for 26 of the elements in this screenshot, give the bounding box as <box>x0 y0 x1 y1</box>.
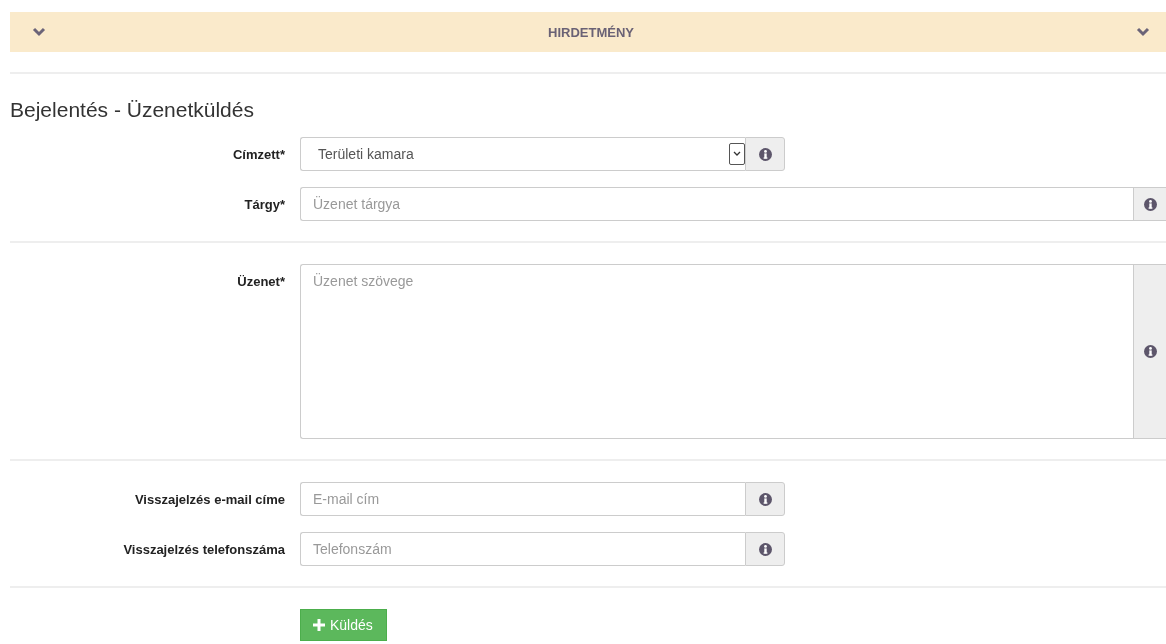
input-field[interactable]: Üzenet tárgya <box>300 187 1133 221</box>
info-addon[interactable] <box>745 532 785 566</box>
banner[interactable]: HIRDETMÉNY <box>10 12 1166 52</box>
page-heading: Bejelentés - Üzenetküldés <box>10 98 255 122</box>
field-label: Visszajelzés e-mail címe <box>133 491 285 507</box>
chevron-down-icon[interactable] <box>1136 27 1150 37</box>
field-label: Tárgy* <box>243 196 285 212</box>
banner-title: HIRDETMÉNY <box>548 24 634 40</box>
info-addon[interactable] <box>745 137 785 171</box>
chevron-down-icon[interactable] <box>32 27 46 37</box>
field-label: Címzett* <box>232 146 285 162</box>
send-button[interactable]: Küldés <box>300 609 387 641</box>
input-field[interactable]: E-mail cím <box>300 482 745 516</box>
info-addon[interactable] <box>745 482 785 516</box>
field-label: Visszajelzés telefonszáma <box>122 541 285 557</box>
info-icon[interactable] <box>758 542 772 556</box>
field-label: Üzenet* <box>236 273 285 289</box>
info-addon[interactable] <box>1133 187 1166 221</box>
message-field[interactable]: Üzenet szövege <box>300 264 1133 439</box>
plus-icon <box>313 619 325 631</box>
info-icon[interactable] <box>758 147 772 161</box>
info-icon[interactable] <box>1143 197 1157 211</box>
info-icon[interactable] <box>758 492 772 506</box>
info-icon[interactable] <box>1143 345 1157 358</box>
recipient-select[interactable]: Területi kamara <box>300 137 745 171</box>
input-field[interactable]: Telefonszám <box>300 532 745 566</box>
